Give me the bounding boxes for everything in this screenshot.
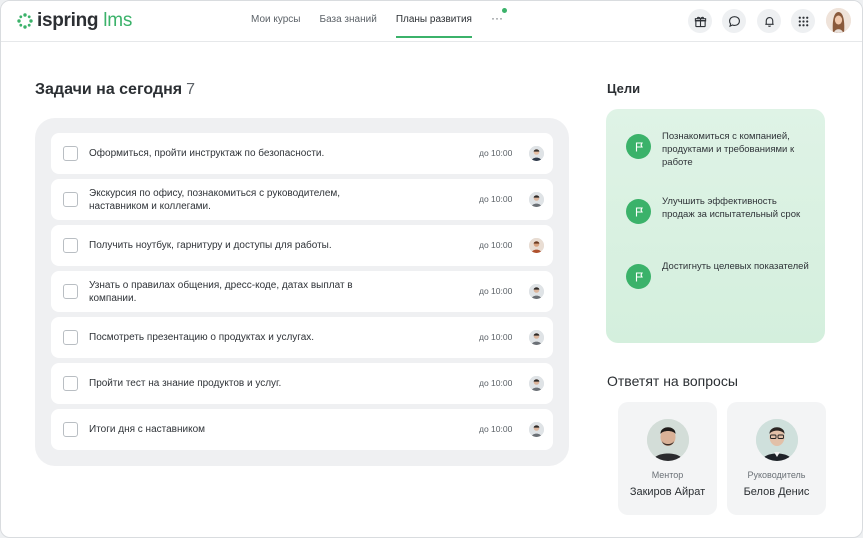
task-row[interactable]: Оформиться, пройти инструктаж по безопас…	[51, 133, 553, 174]
task-assignee-avatar[interactable]	[529, 284, 544, 299]
task-due-time: до 10:00	[479, 194, 513, 204]
task-due-time: до 10:00	[479, 286, 513, 296]
task-text: Экскурсия по офису, познакомиться с руко…	[89, 187, 341, 212]
bell-icon	[764, 16, 774, 27]
flag-icon	[635, 271, 643, 281]
goal-text: Достигнуть целевых показателей	[662, 261, 809, 272]
goals-panel: Познакомиться с компанией, продуктами и …	[606, 109, 825, 343]
logo-product: lms	[103, 10, 133, 31]
task-checkbox[interactable]	[63, 376, 78, 391]
person-icon	[529, 376, 544, 391]
logo-mark-icon	[17, 13, 33, 29]
contact-name: Закиров Айрат	[629, 486, 706, 498]
goal-flag-badge	[626, 199, 651, 224]
top-header: ispring lms Мои курсы База знаний Планы …	[1, 1, 862, 42]
person-photo-icon	[647, 419, 689, 461]
logo-text: ispring	[37, 10, 99, 31]
task-row[interactable]: Итоги дня с наставником до 10:00	[51, 409, 553, 450]
task-assignee-avatar[interactable]	[529, 422, 544, 437]
answers-heading: Ответят на вопросы	[607, 373, 738, 389]
goal-text: Улучшить эффективность продаж за испытат…	[662, 196, 801, 220]
task-checkbox[interactable]	[63, 284, 78, 299]
chat-icon	[728, 15, 740, 27]
task-due-time: до 10:00	[479, 332, 513, 342]
task-due-time: до 10:00	[479, 148, 513, 158]
flag-icon	[635, 141, 643, 151]
task-text: Оформиться, пройти инструктаж по безопас…	[89, 148, 325, 159]
goal-flag-badge	[626, 134, 651, 159]
task-due-time: до 10:00	[479, 240, 513, 250]
notification-dot	[501, 8, 507, 13]
contact-role: Руководитель	[747, 470, 806, 480]
task-assignee-avatar[interactable]	[529, 376, 544, 391]
person-icon	[529, 330, 544, 345]
task-due-time: до 10:00	[479, 378, 513, 388]
more-dots-icon: ···	[490, 11, 503, 25]
person-icon	[529, 238, 544, 253]
nav-development-plans[interactable]: Планы развития	[395, 1, 473, 42]
nav-more-button[interactable]: ···	[490, 1, 507, 42]
contact-name: Белов Денис	[743, 486, 810, 498]
user-avatar[interactable]	[826, 8, 851, 33]
tasks-count: 7	[186, 81, 196, 98]
task-checkbox[interactable]	[63, 146, 78, 161]
main-nav: Мои курсы База знаний Планы развития ···	[251, 1, 507, 42]
nav-my-courses[interactable]: Мои курсы	[251, 1, 301, 42]
task-row[interactable]: Экскурсия по офису, познакомиться с руко…	[51, 179, 553, 220]
task-text: Итоги дня с наставником	[89, 424, 206, 435]
apps-button[interactable]	[791, 9, 815, 33]
task-checkbox[interactable]	[63, 422, 78, 437]
task-row[interactable]: Посмотреть презентацию о продуктах и усл…	[51, 317, 553, 358]
chat-button[interactable]	[722, 9, 746, 33]
goals-heading: Цели	[607, 81, 641, 96]
task-assignee-avatar[interactable]	[529, 146, 544, 161]
task-assignee-avatar[interactable]	[529, 238, 544, 253]
task-assignee-avatar[interactable]	[529, 192, 544, 207]
gift-button[interactable]	[688, 9, 712, 33]
contact-avatar	[647, 419, 689, 461]
task-row[interactable]: Пройти тест на знание продуктов и услуг.…	[51, 363, 553, 404]
task-checkbox[interactable]	[63, 330, 78, 345]
person-icon	[529, 422, 544, 437]
flag-icon	[635, 206, 643, 216]
task-due-time: до 10:00	[479, 424, 513, 434]
gift-icon	[694, 16, 706, 27]
task-text: Посмотреть презентацию о продуктах и усл…	[89, 332, 315, 343]
goal-text: Познакомиться с компанией, продуктами и …	[662, 131, 795, 168]
goal-flag-badge	[626, 264, 651, 289]
person-photo-icon	[756, 419, 798, 461]
nav-knowledge-base[interactable]: База знаний	[320, 1, 377, 42]
app-window: ispring lms Мои курсы База знаний Планы …	[0, 0, 863, 538]
logo[interactable]: ispring lms	[17, 10, 132, 32]
person-icon	[529, 146, 544, 161]
task-checkbox[interactable]	[63, 238, 78, 253]
task-text: Узнать о правилах общения, дресс-коде, д…	[89, 279, 353, 304]
tasks-heading: Задачи на сегодня 7	[35, 81, 195, 99]
person-icon	[529, 284, 544, 299]
task-assignee-avatar[interactable]	[529, 330, 544, 345]
contact-card-manager[interactable]: Руководитель Белов Денис	[727, 402, 826, 515]
tasks-title: Задачи на сегодня	[35, 81, 183, 98]
contact-role: Ментор	[651, 470, 684, 480]
contact-card-mentor[interactable]: Ментор Закиров Айрат	[618, 402, 717, 515]
notifications-button[interactable]	[757, 9, 781, 33]
tasks-panel: Оформиться, пройти инструктаж по безопас…	[35, 118, 569, 466]
task-text: Получить ноутбук, гарнитуру и доступы дл…	[89, 240, 332, 251]
apps-icon	[798, 16, 808, 26]
task-row[interactable]: Узнать о правилах общения, дресс-коде, д…	[51, 271, 553, 312]
user-photo-icon	[826, 8, 851, 33]
person-icon	[529, 192, 544, 207]
task-checkbox[interactable]	[63, 192, 78, 207]
task-row[interactable]: Получить ноутбук, гарнитуру и доступы дл…	[51, 225, 553, 266]
task-text: Пройти тест на знание продуктов и услуг.	[89, 378, 282, 389]
contact-avatar	[756, 419, 798, 461]
